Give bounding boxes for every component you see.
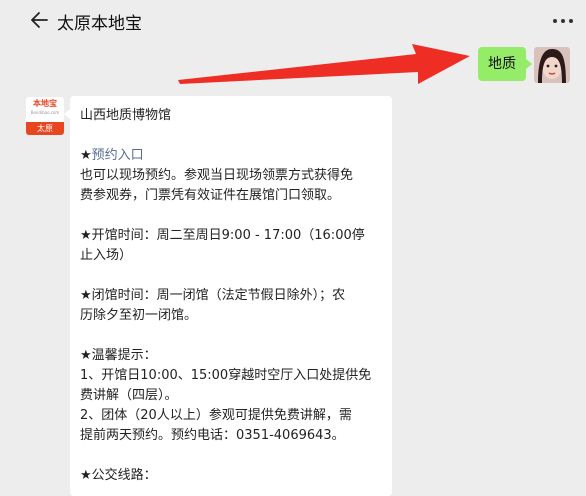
tip2-line-b: 提前两天预约。预约电话：0351-4069643。 — [80, 428, 345, 443]
museum-name: 山西地质博物馆 — [80, 108, 172, 123]
walkin-line-2: 费参观券，门票凭有效证件在展馆门口领取。 — [80, 188, 341, 203]
closed-line-2: 历除夕至初一闭馆。 — [80, 308, 198, 323]
reservation-line: ★预约入口 — [80, 146, 386, 166]
star-mark: ★ — [80, 148, 92, 163]
user-message-bubble[interactable]: 地质 — [478, 47, 532, 81]
open-hours-line-1: ★开馆时间：周二至周日9:00 - 17:00（16:00停 — [80, 228, 365, 243]
red-arrow-annotation — [178, 44, 470, 84]
logo-domain-text: Bendibao.com — [30, 110, 60, 115]
reservation-link[interactable]: 预约入口 — [92, 148, 144, 163]
page-title: 太原本地宝 — [57, 14, 142, 34]
tip1-line-a: 1、开馆日10:00、15:00穿越时空厅入口处提供免 — [80, 368, 372, 383]
tip1-line-b: 费讲解（四层）。 — [80, 388, 178, 403]
tip2-line-a: 2、团体（20人以上）参观可提供免费讲解，需 — [80, 408, 352, 423]
tips-heading: ★温馨提示： — [80, 348, 157, 363]
walkin-line-1: 也可以现场预约。参观当日现场领票方式获得免 — [80, 168, 354, 183]
bendibao-logo-avatar[interactable]: 本地宝 Bendibao.com 太原 — [26, 97, 64, 135]
bot-message-content: 山西地质博物馆 ★预约入口 也可以现场预约。参观当日现场领票方式获得免 费参观券… — [80, 106, 386, 486]
user-avatar[interactable] — [534, 47, 570, 83]
header-bar: 太原本地宝 — [0, 0, 586, 42]
closed-line-1: ★闭馆时间：周一闭馆（法定节假日除外）；农 — [80, 288, 346, 303]
bot-message-bubble: 山西地质博物馆 ★预约入口 也可以现场预约。参观当日现场领票方式获得免 费参观券… — [64, 96, 392, 496]
more-dots-icon[interactable] — [552, 18, 574, 24]
bus-heading: ★公交线路： — [80, 468, 157, 483]
logo-city-text: 太原 — [26, 122, 64, 135]
open-hours-line-2: 止入场） — [80, 248, 133, 263]
back-arrow-icon[interactable] — [30, 11, 48, 29]
